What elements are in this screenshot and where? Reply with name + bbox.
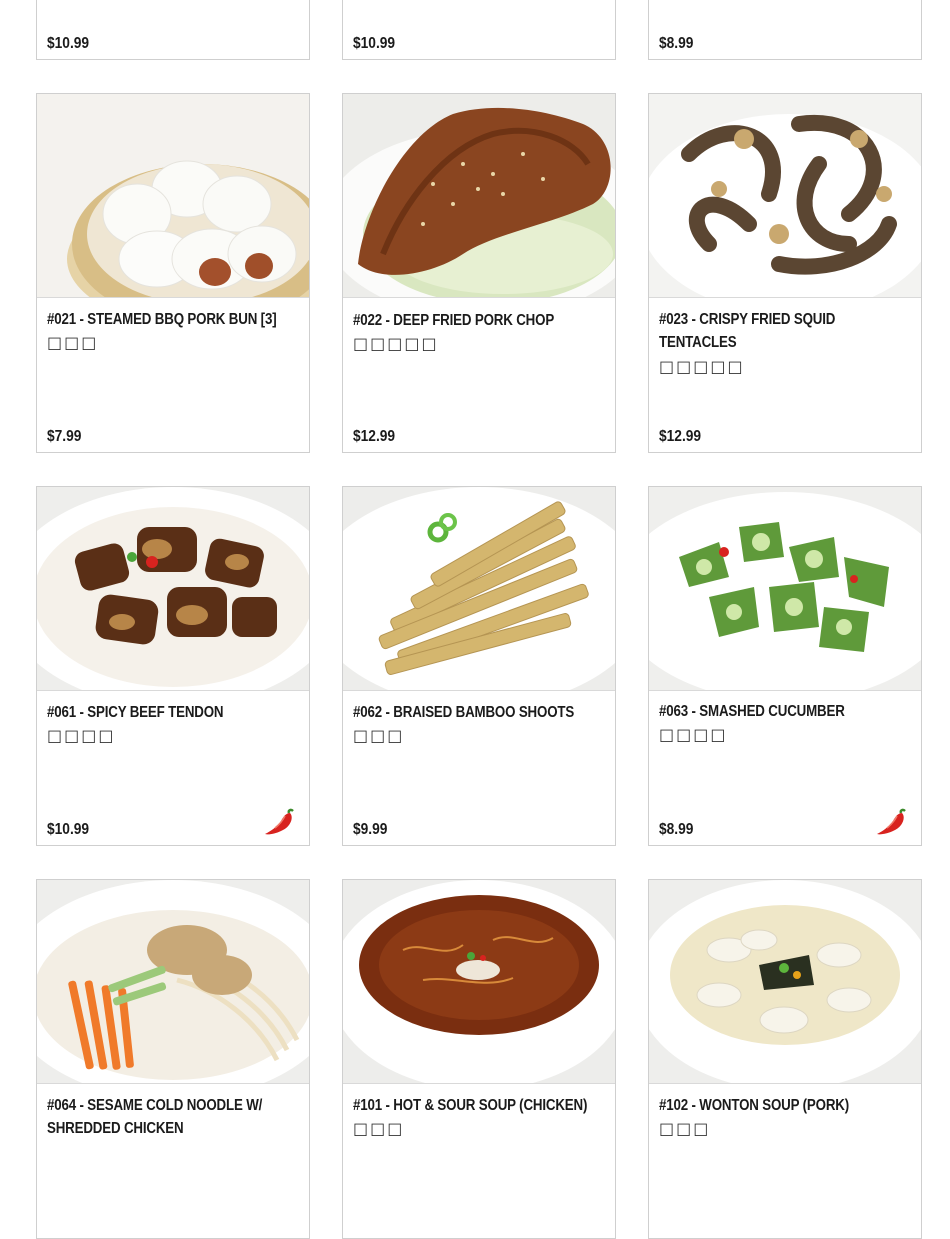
menu-card-top-2[interactable]: $10.99 — [342, 0, 616, 60]
item-price: $10.99 — [47, 821, 90, 838]
item-chinese-name: □□□□□ — [353, 334, 439, 353]
item-price: $8.99 — [659, 821, 694, 838]
menu-card-064[interactable]: #064 - SESAME COLD NOODLE W/ SHREDDED CH… — [36, 879, 310, 1239]
item-title-line-1: #064 - SESAME COLD NOODLE W/ — [47, 1097, 263, 1114]
item-price: $7.99 — [47, 428, 82, 445]
item-title: #063 - SMASHED CUCUMBER — [659, 703, 845, 720]
menu-card-061[interactable]: #061 - SPICY BEEF TENDON □□□□ $10.99 — [36, 486, 310, 846]
menu-card-101[interactable]: #101 - HOT & SOUR SOUP (CHICKEN) □□□ — [342, 879, 616, 1239]
item-title: #101 - HOT & SOUR SOUP (CHICKEN) — [353, 1097, 588, 1114]
item-chinese-name: □□□□□ — [659, 357, 745, 376]
hot-sour-soup-photo[interactable] — [343, 880, 615, 1084]
menu-card-062[interactable]: #062 - BRAISED BAMBOO SHOOTS □□□ $9.99 — [342, 486, 616, 846]
item-title-line-2: SHREDDED CHICKEN — [47, 1120, 184, 1137]
chili-pepper-icon — [265, 808, 294, 835]
menu-card-063[interactable]: #063 - SMASHED CUCUMBER □□□□ $8.99 — [648, 486, 922, 846]
braised-bamboo-shoots-photo[interactable] — [343, 487, 615, 691]
item-price: $9.99 — [353, 821, 388, 838]
item-title: #021 - STEAMED BBQ PORK BUN [3] — [47, 311, 277, 328]
chili-pepper-icon — [877, 808, 906, 835]
item-title: #023 - CRISPY FRIED SQUID TENTACLES — [659, 308, 895, 354]
menu-card-top-3[interactable]: $8.99 — [648, 0, 922, 60]
menu-card-022[interactable]: #022 - DEEP FRIED PORK CHOP □□□□□ $12.99 — [342, 93, 616, 453]
item-price: $10.99 — [353, 35, 396, 52]
item-title-line-2: TENTACLES — [659, 334, 737, 351]
deep-fried-pork-chop-photo[interactable] — [343, 94, 615, 298]
spicy-beef-tendon-photo[interactable] — [37, 487, 309, 691]
item-chinese-name: □□□□ — [47, 726, 116, 745]
item-title-line-1: #023 - CRISPY FRIED SQUID — [659, 311, 836, 328]
item-chinese-name: □□□ — [659, 1119, 711, 1138]
item-title: #022 - DEEP FRIED PORK CHOP — [353, 312, 555, 329]
sesame-cold-noodle-photo[interactable] — [37, 880, 309, 1084]
steamed-bbq-pork-bun-photo[interactable] — [37, 94, 309, 298]
item-chinese-name: □□□ — [353, 1119, 405, 1138]
item-title: #061 - SPICY BEEF TENDON — [47, 704, 224, 721]
smashed-cucumber-photo[interactable] — [649, 487, 921, 691]
item-chinese-name: □□□□ — [659, 725, 728, 744]
wonton-soup-photo[interactable] — [649, 880, 921, 1084]
item-chinese-name: □□□ — [353, 726, 405, 745]
menu-card-102[interactable]: #102 - WONTON SOUP (PORK) □□□ — [648, 879, 922, 1239]
item-chinese-name: □□□ — [47, 333, 99, 352]
item-title: #102 - WONTON SOUP (PORK) — [659, 1097, 850, 1114]
item-price: $12.99 — [353, 428, 396, 445]
item-title: #064 - SESAME COLD NOODLE W/ SHREDDED CH… — [47, 1094, 283, 1140]
menu-card-021[interactable]: #021 - STEAMED BBQ PORK BUN [3] □□□ $7.9… — [36, 93, 310, 453]
item-price: $12.99 — [659, 428, 702, 445]
crispy-fried-squid-photo[interactable] — [649, 94, 921, 298]
item-price: $8.99 — [659, 35, 694, 52]
menu-card-023[interactable]: #023 - CRISPY FRIED SQUID TENTACLES □□□□… — [648, 93, 922, 453]
menu-card-top-1[interactable]: $10.99 — [36, 0, 310, 60]
item-price: $10.99 — [47, 35, 90, 52]
item-title: #062 - BRAISED BAMBOO SHOOTS — [353, 704, 575, 721]
